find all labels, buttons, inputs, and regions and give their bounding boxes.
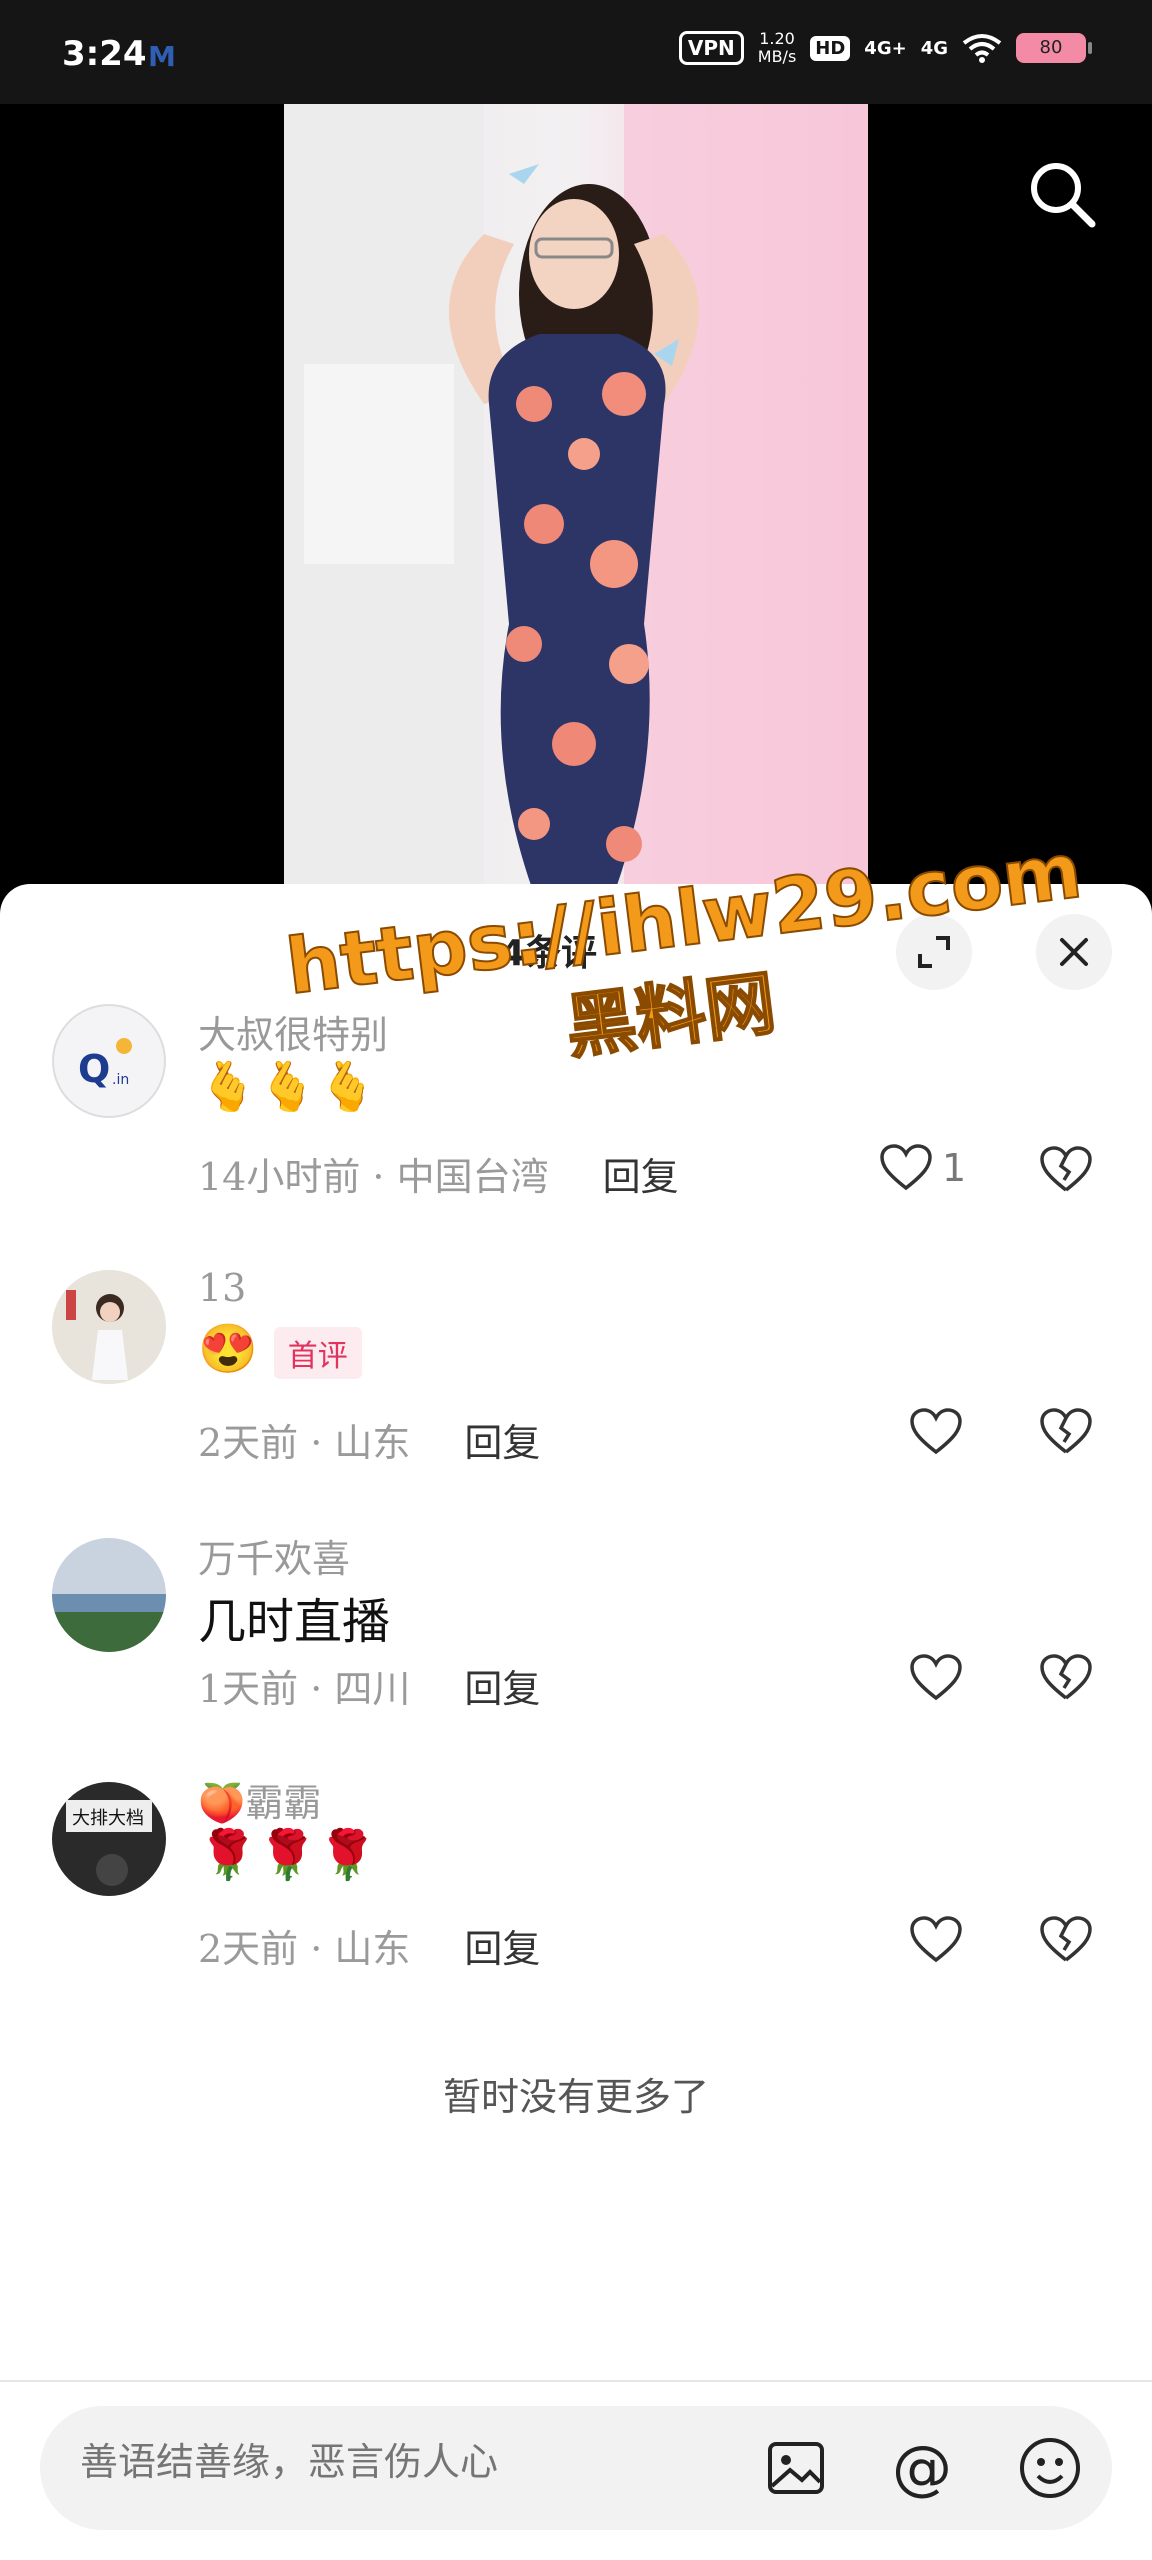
status-time: 3:24 [62,34,147,74]
comment-time-location: 2天前 · 山东 [198,1421,411,1465]
mail-app-icon: M [148,40,176,73]
close-icon [1060,938,1088,966]
dislike-button[interactable] [1040,1654,1092,1702]
emoji-icon[interactable] [1014,2432,1086,2504]
dislike-button[interactable] [1040,1146,1092,1194]
expand-icon [918,936,950,968]
comment-meta: 14小时前 · 中国台湾 回复 [198,1146,679,1201]
comment-input-bar: @ [40,2406,1112,2530]
comment-time-location: 14小时前 · 中国台湾 [198,1155,549,1199]
reply-button[interactable]: 回复 [603,1146,679,1201]
avatar-landscape-image [52,1538,166,1652]
vpn-indicator: VPN [678,31,744,65]
dislike-button[interactable] [1040,1408,1092,1456]
speed-value: 1.20 [759,29,795,48]
video-thumbnail-image [284,104,868,894]
like-button[interactable] [910,1916,962,1964]
signal-4g-plus: 4G+ [864,37,907,59]
like-button[interactable] [910,1408,962,1456]
comment-author[interactable]: 万千欢喜 [198,1528,350,1583]
comment-count: 4条评 [500,933,598,974]
battery-indicator: 80 [1016,33,1092,63]
like-count: 1 [942,1146,967,1190]
no-more-text: 暂时没有更多了 [442,2075,709,2119]
signal-4g: 4G [920,37,948,59]
comment-emoji: 😍 [198,1321,258,1377]
like-button[interactable] [910,1654,962,1702]
network-speed: 1.20 MB/s [758,30,797,66]
svg-text:@: @ [892,2433,952,2503]
comment-text: 🫰🫰🫰 [198,1059,378,1115]
avatar[interactable]: Q .in [52,1004,166,1118]
close-button[interactable] [1036,914,1112,990]
reply-button[interactable]: 回复 [464,1412,540,1467]
comment-text: 😍 首评 [198,1320,362,1379]
comment-author[interactable]: 13 [198,1266,246,1310]
comment-sheet: 4条评 Q .in 大叔很特别 🫰🫰🫰 14小时前 · 中国台湾 回复 1 13… [0,884,1152,2560]
dislike-button[interactable] [1040,1916,1092,1964]
comment-author[interactable]: 大叔很特别 [198,1004,388,1059]
comment-meta: 1天前 · 四川 回复 [198,1658,540,1713]
search-icon[interactable] [1022,154,1102,234]
comment-time-location: 1天前 · 四川 [198,1667,411,1711]
mention-icon[interactable]: @ [886,2432,958,2504]
comment-meta: 2天前 · 山东 回复 [198,1412,540,1467]
image-icon[interactable] [760,2432,832,2504]
comment-author[interactable]: 🍑霸霸 [198,1772,321,1827]
first-comment-badge: 首评 [273,1326,362,1379]
svg-text:Q: Q [78,1047,110,1091]
reply-button[interactable]: 回复 [464,1658,540,1713]
comment-text: 几时直播 [198,1594,391,1650]
avatar-photo-image [52,1270,166,1384]
video-frame[interactable] [284,104,868,894]
hd-indicator: HD [810,35,851,61]
status-indicators: VPN 1.20 MB/s HD 4G+ 4G 80 [678,30,1092,66]
avatar[interactable] [52,1270,166,1384]
status-bar: 3:24 M VPN 1.20 MB/s HD 4G+ 4G 80 [0,0,1152,104]
svg-text:大排大档: 大排大档 [72,1808,144,1829]
avatar[interactable] [52,1538,166,1652]
comment-meta: 2天前 · 山东 回复 [198,1918,540,1973]
avatar[interactable]: 大排大档 [52,1782,166,1896]
avatar-logo-image: Q .in [78,1038,132,1091]
reply-button[interactable]: 回复 [464,1918,540,1973]
comment-time-location: 2天前 · 山东 [198,1927,411,1971]
divider [0,2380,1152,2382]
heart-icon [880,1144,932,1191]
video-player[interactable] [0,104,1152,894]
expand-button[interactable] [896,914,972,990]
comment-input[interactable] [80,2440,680,2484]
avatar-storefront-image: 大排大档 [52,1782,166,1896]
speed-unit: MB/s [757,47,797,66]
wifi-icon [962,34,1002,63]
like-button[interactable]: 1 [880,1144,966,1192]
comment-text: 🌹🌹🌹 [198,1827,378,1883]
svg-text:.in: .in [112,1072,129,1088]
